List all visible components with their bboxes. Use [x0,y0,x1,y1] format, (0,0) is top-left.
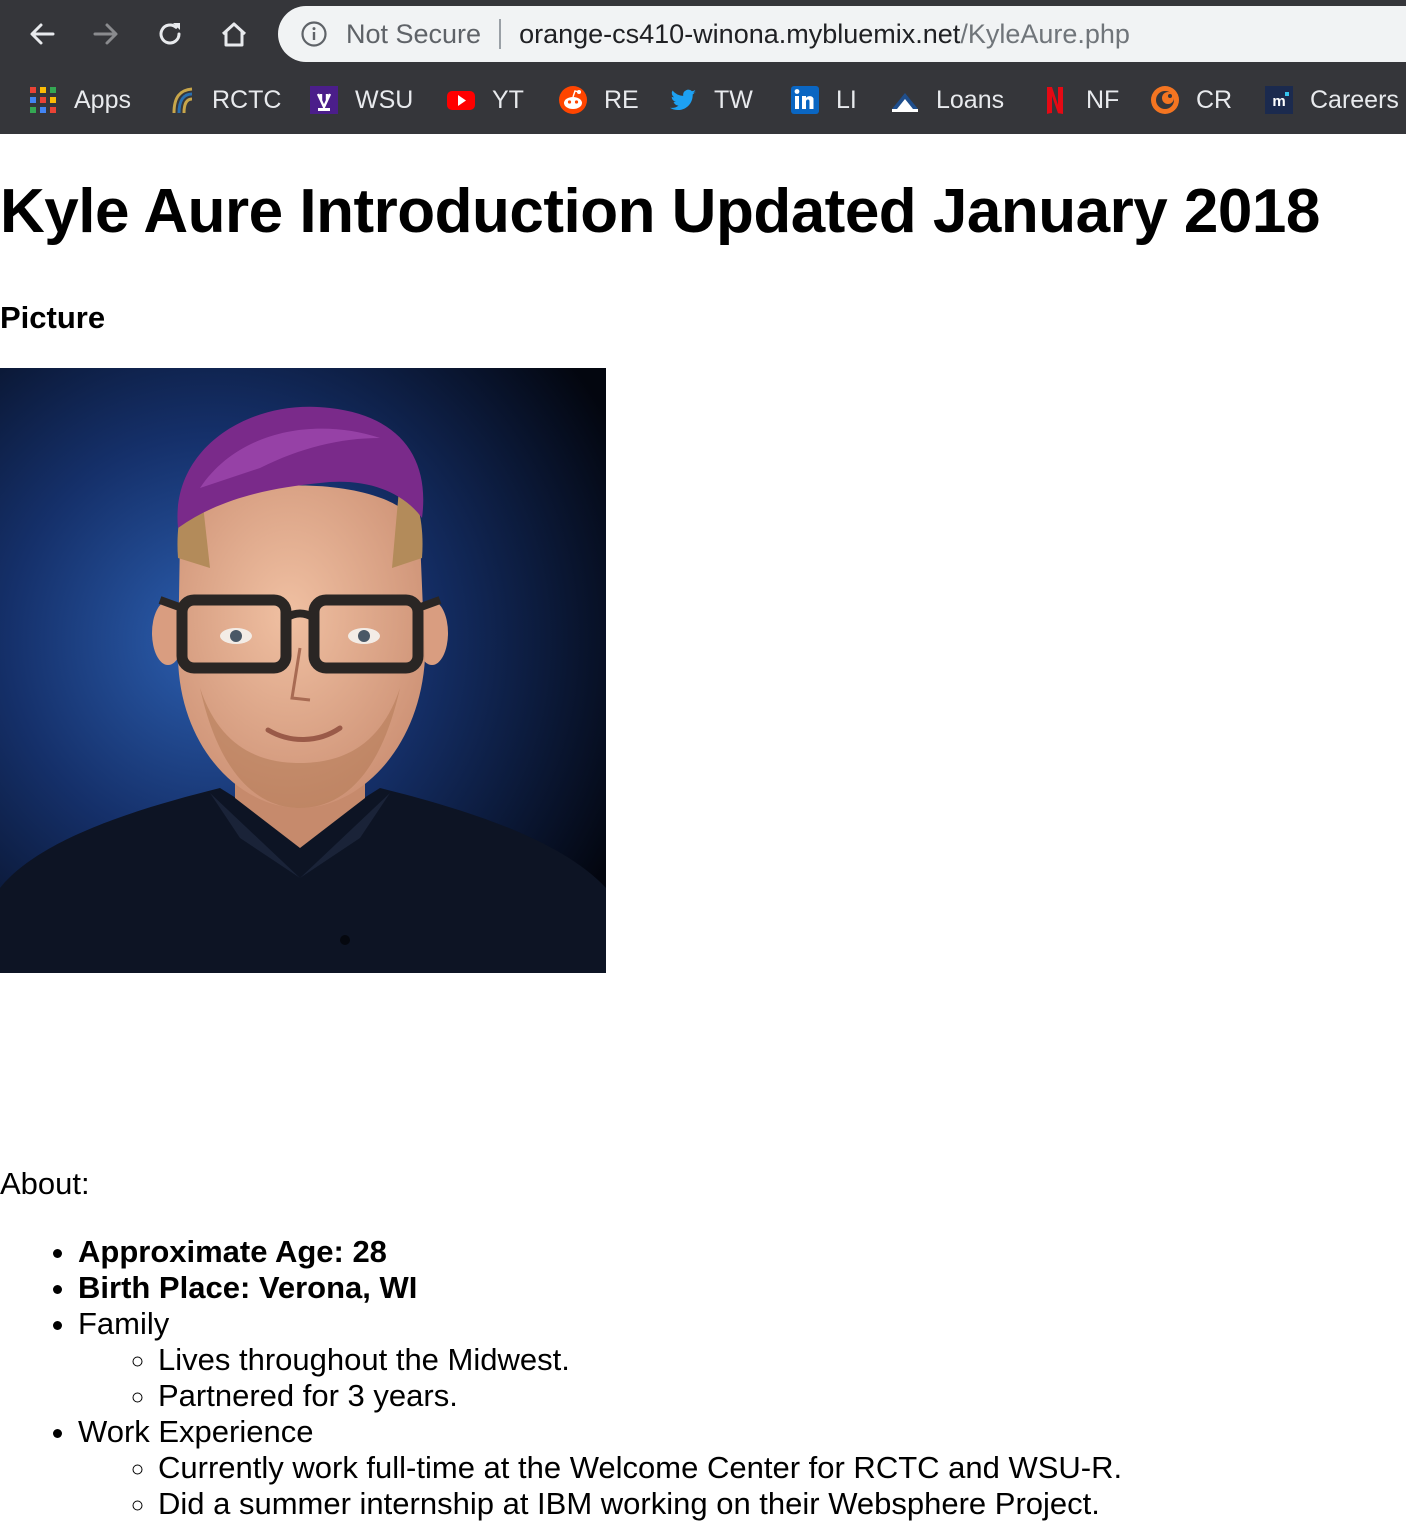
bookmark-careers[interactable]: m Careers [1264,82,1399,118]
bookmark-wsu[interactable]: WSU [309,82,413,118]
rctc-logo-icon [166,85,196,115]
bookmark-label: RCTC [212,85,282,114]
linkedin-icon [790,85,820,115]
bookmark-label: NF [1086,85,1120,114]
home-button[interactable] [212,12,256,56]
birth-place-item: Birth Place: Verona, WI [78,1270,1122,1306]
bookmark-label: WSU [355,85,414,114]
bookmark-nf[interactable]: NF [1040,82,1119,118]
age-item: Approximate Age: 28 [78,1234,1122,1270]
work-experience-label: Work Experience [78,1414,314,1449]
page-title: Kyle Aure Introduction Updated January 2… [0,177,1320,246]
family-item: Family Lives throughout the Midwest. Par… [78,1306,1122,1414]
youtube-icon [446,85,476,115]
forward-button[interactable] [84,12,128,56]
arrow-right-icon [93,23,118,45]
bookmark-label: YT [492,85,524,114]
about-list: Approximate Age: 28 Birth Place: Verona,… [0,1234,1122,1522]
browser-toolbar: Not Secure orange-cs410-winona.mybluemix… [0,0,1406,66]
reddit-icon [558,85,588,115]
family-label: Family [78,1306,170,1341]
home-icon [221,22,247,47]
url-host[interactable]: orange-cs410-winona.mybluemix.net [519,19,960,50]
bookmark-label: Careers [1310,85,1399,114]
reload-button[interactable] [148,12,192,56]
picture-heading: Picture [0,300,106,335]
reload-icon [159,23,181,45]
bookmark-label: Loans [936,85,1005,114]
bookmark-tw[interactable]: TW [668,82,753,118]
bookmark-label: CR [1196,85,1233,114]
apps-grid-icon [28,85,58,115]
netflix-icon [1040,85,1070,115]
bookmarks-bar: Apps RCTC WSU YT RE TW LI Loans NF CR m … [0,66,1406,134]
bookmark-apps[interactable]: Apps [28,82,131,118]
browser-chrome: Not Secure orange-cs410-winona.mybluemix… [0,0,1406,134]
bookmark-li[interactable]: LI [790,82,857,118]
svg-text:m: m [1272,93,1285,110]
loans-icon [890,85,920,115]
address-divider [499,19,502,49]
work-detail: Currently work full-time at the Welcome … [158,1450,1122,1486]
about-label: About: [0,1166,90,1201]
careers-icon: m [1264,85,1294,115]
family-sublist: Lives throughout the Midwest. Partnered … [78,1342,1122,1414]
bookmark-yt[interactable]: YT [446,82,524,118]
crunchyroll-icon [1150,85,1180,115]
bookmark-label: LI [836,85,857,114]
bookmark-label: TW [714,85,753,114]
bookmark-cr[interactable]: CR [1150,82,1232,118]
info-icon[interactable] [300,20,328,48]
bookmark-rctc[interactable]: RCTC [166,82,281,118]
url-path[interactable]: /KyleAure.php [960,19,1130,50]
bookmark-loans[interactable]: Loans [890,82,1004,118]
twitter-icon [668,85,698,115]
arrow-left-icon [30,23,55,45]
family-detail: Lives throughout the Midwest. [158,1342,1122,1378]
wsu-logo-icon [309,85,339,115]
back-button[interactable] [20,12,64,56]
portrait-photo [0,368,606,973]
family-detail: Partnered for 3 years. [158,1378,1122,1414]
address-bar[interactable]: Not Secure orange-cs410-winona.mybluemix… [278,6,1406,62]
bookmark-label: Apps [74,85,131,114]
bookmark-label: RE [604,85,639,114]
work-detail: Did a summer internship at IBM working o… [158,1486,1122,1522]
security-label[interactable]: Not Secure [346,19,481,50]
bookmark-re[interactable]: RE [558,82,639,118]
work-sublist: Currently work full-time at the Welcome … [78,1450,1122,1522]
